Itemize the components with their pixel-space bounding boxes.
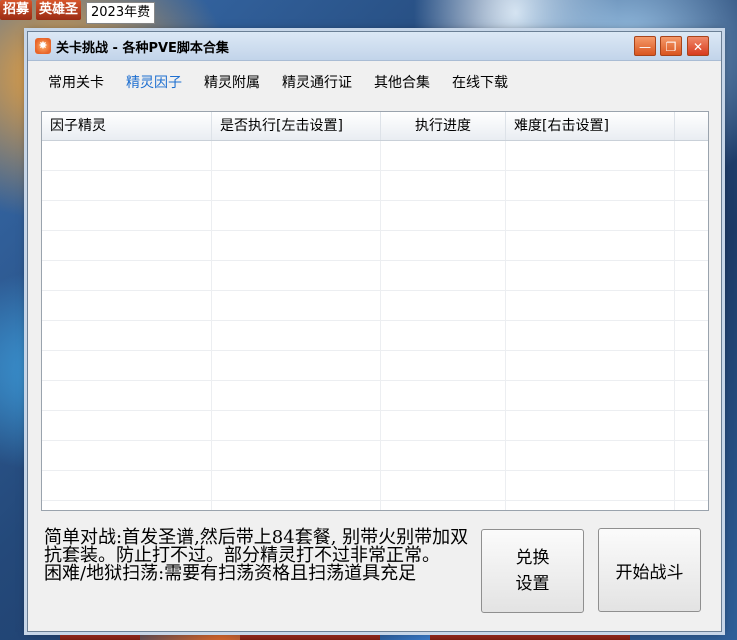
start-battle-button[interactable]: 开始战斗 — [598, 528, 701, 612]
exchange-settings-button[interactable]: 兑换 设置 — [481, 529, 584, 613]
maximize-icon[interactable]: ❐ — [660, 36, 682, 56]
hero-tag: 英雄圣 — [36, 0, 82, 20]
exchange-label-line1: 兑换 — [515, 548, 550, 568]
exchange-label-line2: 设置 — [515, 574, 550, 594]
minimize-icon[interactable]: — — [634, 36, 656, 56]
tab-spirit-attached[interactable]: 精灵附属 — [196, 68, 268, 94]
title-bar[interactable]: ✸ 关卡挑战 - 各种PVE脚本合集 — ❐ ✕ — [28, 32, 721, 61]
column-header-extra[interactable] — [675, 112, 708, 140]
tab-bar: 常用关卡 精灵因子 精灵附属 精灵通行证 其他合集 在线下载 — [40, 68, 522, 94]
instruction-sweep: 困难/地狱扫荡:需要有扫荡资格且扫荡道具充足 — [44, 563, 417, 584]
instructions-text: 简单对战:首发圣谱,然后带上84套餐, 别带火别带加双抗套装。防止打不过。部分精… — [44, 529, 474, 583]
tab-spirit-pass[interactable]: 精灵通行证 — [274, 68, 360, 94]
app-logo-icon: ✸ — [35, 38, 51, 54]
tab-spirit-factor[interactable]: 精灵因子 — [118, 68, 190, 94]
tab-other-collection[interactable]: 其他合集 — [366, 68, 438, 94]
year-fee-tag: 2023年费 — [86, 2, 156, 24]
recruit-tag: 招募 — [0, 0, 33, 20]
close-icon[interactable]: ✕ — [687, 36, 709, 56]
column-header-progress[interactable]: 执行进度 — [381, 112, 506, 140]
tab-common-levels[interactable]: 常用关卡 — [40, 68, 112, 94]
tab-online-download[interactable]: 在线下载 — [444, 68, 516, 94]
app-window: ✸ 关卡挑战 - 各种PVE脚本合集 — ❐ ✕ 常用关卡 精灵因子 精灵附属 … — [27, 31, 722, 632]
column-header-factor-spirit[interactable]: 因子精灵 — [42, 112, 212, 140]
list-body[interactable] — [42, 141, 708, 510]
column-divider — [674, 141, 675, 510]
column-divider — [211, 141, 212, 510]
column-header-difficulty[interactable]: 难度[右击设置] — [506, 112, 675, 140]
list-header: 因子精灵 是否执行[左击设置] 执行进度 难度[右击设置] — [42, 112, 708, 141]
column-divider — [380, 141, 381, 510]
instruction-simple: 简单对战:首发圣谱,然后带上84套餐, 别带火别带加双抗套装。防止打不过。部分精… — [44, 527, 469, 566]
window-title: 关卡挑战 - 各种PVE脚本合集 — [56, 41, 229, 56]
column-header-execute[interactable]: 是否执行[左击设置] — [212, 112, 381, 140]
factor-list[interactable]: 因子精灵 是否执行[左击设置] 执行进度 难度[右击设置] — [41, 111, 709, 511]
column-divider — [505, 141, 506, 510]
